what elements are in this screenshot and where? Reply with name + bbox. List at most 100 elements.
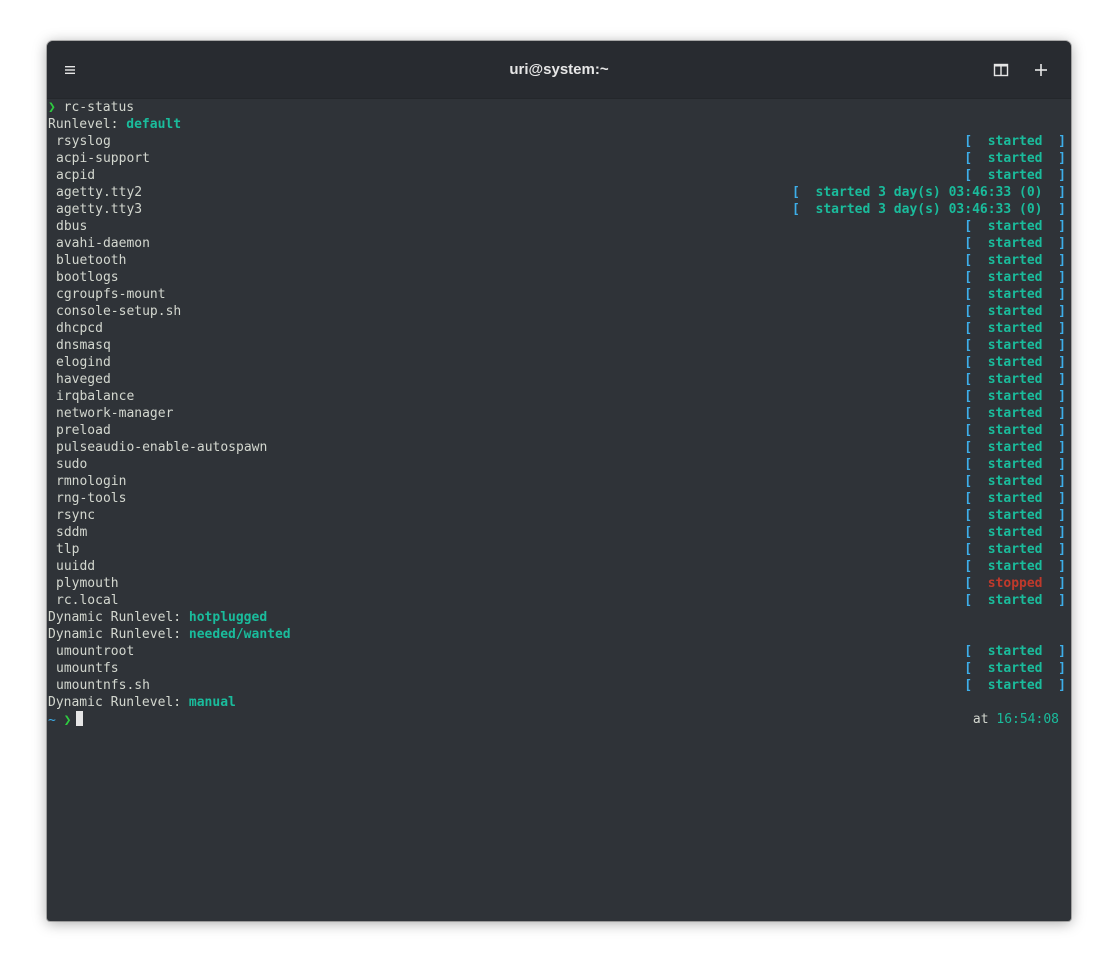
- bracket-close: ]: [1042, 593, 1066, 608]
- bracket-close: ]: [1042, 134, 1066, 149]
- service-row: plymouth [ stopped ]: [48, 575, 1066, 592]
- service-name: preload: [56, 423, 111, 438]
- prompt-tilde: ~: [48, 713, 56, 728]
- dynamic-runlevel-needed: Dynamic Runlevel: needed/wanted: [48, 626, 1066, 643]
- service-name: umountnfs.sh: [56, 678, 150, 693]
- service-row: irqbalance [ started ]: [48, 388, 1066, 405]
- prompt-arrow-icon: ❯: [63, 713, 72, 728]
- bracket-close: ]: [1042, 474, 1066, 489]
- status-text: started: [987, 151, 1043, 166]
- service-name: uuidd: [56, 559, 96, 574]
- prompt-arrow-icon: ❯: [48, 100, 56, 115]
- status-text: started: [987, 338, 1043, 353]
- service-status: [ started 3 day(s) 03:46:33 (0) ]: [792, 201, 1066, 218]
- rprompt-label: at: [972, 712, 997, 727]
- service-name: haveged: [56, 372, 111, 387]
- bracket-close: ]: [1042, 644, 1066, 659]
- bracket-open: [: [964, 338, 988, 353]
- service-status: [ started ]: [964, 133, 1066, 150]
- dynamic-value: needed/wanted: [188, 627, 291, 642]
- service-status: [ started 3 day(s) 03:46:33 (0) ]: [792, 184, 1066, 201]
- bracket-close: ]: [1042, 236, 1066, 251]
- service-row: rng-tools [ started ]: [48, 490, 1066, 507]
- bracket-open: [: [964, 661, 988, 676]
- service-row: acpi-support [ started ]: [48, 150, 1066, 167]
- service-row: sudo [ started ]: [48, 456, 1066, 473]
- bracket-close: ]: [1042, 270, 1066, 285]
- prompt-line[interactable]: ~ ❯ at 16:54:08: [48, 711, 1066, 728]
- service-name: rc.local: [56, 593, 119, 608]
- service-name: sudo: [56, 457, 88, 472]
- status-text: started: [987, 644, 1043, 659]
- service-status: [ started ]: [964, 269, 1066, 286]
- dynamic-label: Dynamic Runlevel:: [48, 610, 189, 625]
- service-status: [ started ]: [964, 660, 1066, 677]
- service-row: pulseaudio-enable-autospawn [ started ]: [48, 439, 1066, 456]
- split-view-icon[interactable]: [990, 59, 1012, 81]
- service-row: umountroot [ started ]: [48, 643, 1066, 660]
- service-row: bootlogs [ started ]: [48, 269, 1066, 286]
- bracket-open: [: [792, 202, 816, 217]
- plus-icon[interactable]: [1030, 59, 1052, 81]
- bracket-close: ]: [1042, 355, 1066, 370]
- status-text: started: [987, 253, 1043, 268]
- bracket-open: [: [964, 508, 988, 523]
- bracket-close: ]: [1042, 491, 1066, 506]
- service-status: [ started ]: [964, 405, 1066, 422]
- status-text: stopped: [987, 576, 1043, 591]
- status-text: started: [987, 270, 1043, 285]
- status-text: started: [987, 678, 1043, 693]
- status-text: started: [987, 559, 1043, 574]
- command-line: ❯ rc-status: [48, 99, 1066, 116]
- service-row: haveged [ started ]: [48, 371, 1066, 388]
- service-name: rsyslog: [56, 134, 111, 149]
- dynamic-label: Dynamic Runlevel:: [48, 627, 189, 642]
- runlevel-label: Runlevel:: [48, 117, 127, 132]
- service-name: irqbalance: [56, 389, 135, 404]
- bracket-open: [: [792, 185, 816, 200]
- status-text: started: [987, 474, 1043, 489]
- service-status: [ started ]: [964, 473, 1066, 490]
- service-status: [ started ]: [964, 167, 1066, 184]
- service-row: umountnfs.sh [ started ]: [48, 677, 1066, 694]
- bracket-close: ]: [1042, 168, 1066, 183]
- bracket-open: [: [964, 474, 988, 489]
- service-status: [ started ]: [964, 337, 1066, 354]
- service-name: dnsmasq: [56, 338, 111, 353]
- service-status: [ started ]: [964, 252, 1066, 269]
- bracket-close: ]: [1042, 440, 1066, 455]
- bracket-close: ]: [1042, 321, 1066, 336]
- service-name: acpid: [56, 168, 96, 183]
- service-name: umountroot: [56, 644, 135, 659]
- status-text: started: [987, 236, 1043, 251]
- service-status: [ started ]: [964, 507, 1066, 524]
- service-status: [ started ]: [964, 592, 1066, 609]
- window-title: uri@system:~: [509, 61, 609, 78]
- rprompt-time: 16:54:08: [996, 712, 1059, 727]
- service-name: agetty.tty2: [56, 185, 143, 200]
- status-text: started: [987, 440, 1043, 455]
- service-status: [ started ]: [964, 388, 1066, 405]
- terminal-output[interactable]: ❯ rc-status Runlevel: default rsyslog [ s…: [48, 99, 1066, 728]
- bracket-close: ]: [1042, 202, 1066, 217]
- status-text: started 3 day(s) 03:46:33 (0): [815, 202, 1043, 217]
- service-name: console-setup.sh: [56, 304, 182, 319]
- status-text: started: [987, 168, 1043, 183]
- service-row: rc.local [ started ]: [48, 592, 1066, 609]
- service-status: [ started ]: [964, 541, 1066, 558]
- runlevel-value: default: [126, 117, 182, 132]
- service-row: sddm [ started ]: [48, 524, 1066, 541]
- bracket-close: ]: [1042, 508, 1066, 523]
- status-text: started: [987, 287, 1043, 302]
- service-row: acpid [ started ]: [48, 167, 1066, 184]
- bracket-open: [: [964, 440, 988, 455]
- service-status: [ started ]: [964, 558, 1066, 575]
- bracket-close: ]: [1042, 253, 1066, 268]
- bracket-close: ]: [1042, 457, 1066, 472]
- runlevel-line: Runlevel: default: [48, 116, 1066, 133]
- service-row: agetty.tty2 [ started 3 day(s) 03:46:33 (…: [48, 184, 1066, 201]
- status-text: started: [987, 134, 1043, 149]
- bracket-close: ]: [1042, 406, 1066, 421]
- text-cursor: [76, 711, 84, 726]
- bracket-open: [: [964, 372, 988, 387]
